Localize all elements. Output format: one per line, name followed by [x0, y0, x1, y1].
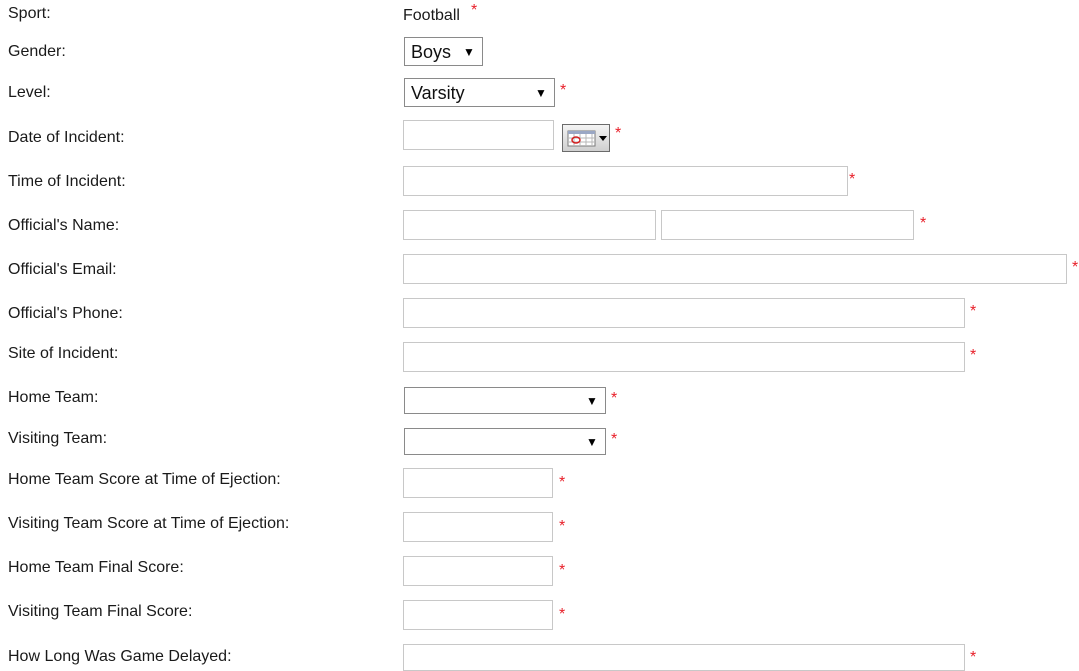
time-of-incident-label: Time of Incident: — [8, 173, 126, 190]
dropdown-arrow-icon: ▼ — [535, 86, 547, 100]
required-marker: * — [611, 431, 618, 448]
required-marker: * — [559, 518, 566, 535]
gender-label: Gender: — [8, 43, 66, 60]
level-select[interactable]: Varsity ▼ — [404, 78, 555, 107]
sport-value: Football — [403, 7, 460, 24]
officials-phone-label: Official's Phone: — [8, 305, 123, 322]
required-marker: * — [970, 649, 977, 666]
visiting-final-score-label: Visiting Team Final Score: — [8, 603, 193, 620]
required-marker: * — [849, 171, 856, 188]
required-marker: * — [970, 347, 977, 364]
required-marker: * — [560, 82, 567, 99]
required-marker: * — [559, 606, 566, 623]
calendar-icon — [567, 130, 607, 147]
home-score-ejection-label: Home Team Score at Time of Ejection: — [8, 471, 281, 488]
required-marker: * — [970, 303, 977, 320]
required-marker: * — [615, 125, 622, 142]
site-of-incident-label: Site of Incident: — [8, 345, 119, 362]
level-label: Level: — [8, 84, 51, 101]
officials-phone-input[interactable] — [403, 298, 965, 328]
officials-last-name-input[interactable] — [661, 210, 914, 240]
date-of-incident-label: Date of Incident: — [8, 129, 125, 146]
dropdown-arrow-icon: ▼ — [586, 435, 598, 449]
home-team-select[interactable]: ▼ — [404, 387, 606, 414]
visiting-score-ejection-input[interactable] — [403, 512, 553, 542]
date-of-incident-input[interactable] — [403, 120, 554, 150]
dropdown-arrow-icon: ▼ — [586, 394, 598, 408]
officials-name-label: Official's Name: — [8, 217, 120, 234]
visiting-team-select[interactable]: ▼ — [404, 428, 606, 455]
required-marker: * — [1072, 259, 1079, 276]
officials-first-name-input[interactable] — [403, 210, 656, 240]
required-marker: * — [559, 474, 566, 491]
required-marker: * — [920, 215, 927, 232]
home-final-score-label: Home Team Final Score: — [8, 559, 184, 576]
visiting-score-ejection-label: Visiting Team Score at Time of Ejection: — [8, 515, 290, 532]
dropdown-arrow-icon: ▼ — [463, 45, 475, 59]
gender-selected-value: Boys — [411, 42, 452, 62]
home-final-score-input[interactable] — [403, 556, 553, 586]
game-delay-label: How Long Was Game Delayed: — [8, 648, 232, 665]
home-score-ejection-input[interactable] — [403, 468, 553, 498]
officials-email-input[interactable] — [403, 254, 1067, 284]
home-team-label: Home Team: — [8, 389, 99, 406]
visiting-team-label: Visiting Team: — [8, 430, 108, 447]
date-picker-button[interactable] — [562, 124, 610, 152]
level-selected-value: Varsity — [411, 83, 465, 103]
visiting-final-score-input[interactable] — [403, 600, 553, 630]
site-of-incident-input[interactable] — [403, 342, 965, 372]
sport-label: Sport: — [8, 5, 51, 22]
officials-email-label: Official's Email: — [8, 261, 117, 278]
time-of-incident-input[interactable] — [403, 166, 848, 196]
required-marker: * — [611, 390, 618, 407]
game-delay-input[interactable] — [403, 644, 965, 671]
gender-select[interactable]: Boys ▼ — [404, 37, 483, 66]
required-marker: * — [471, 2, 478, 19]
required-marker: * — [559, 562, 566, 579]
